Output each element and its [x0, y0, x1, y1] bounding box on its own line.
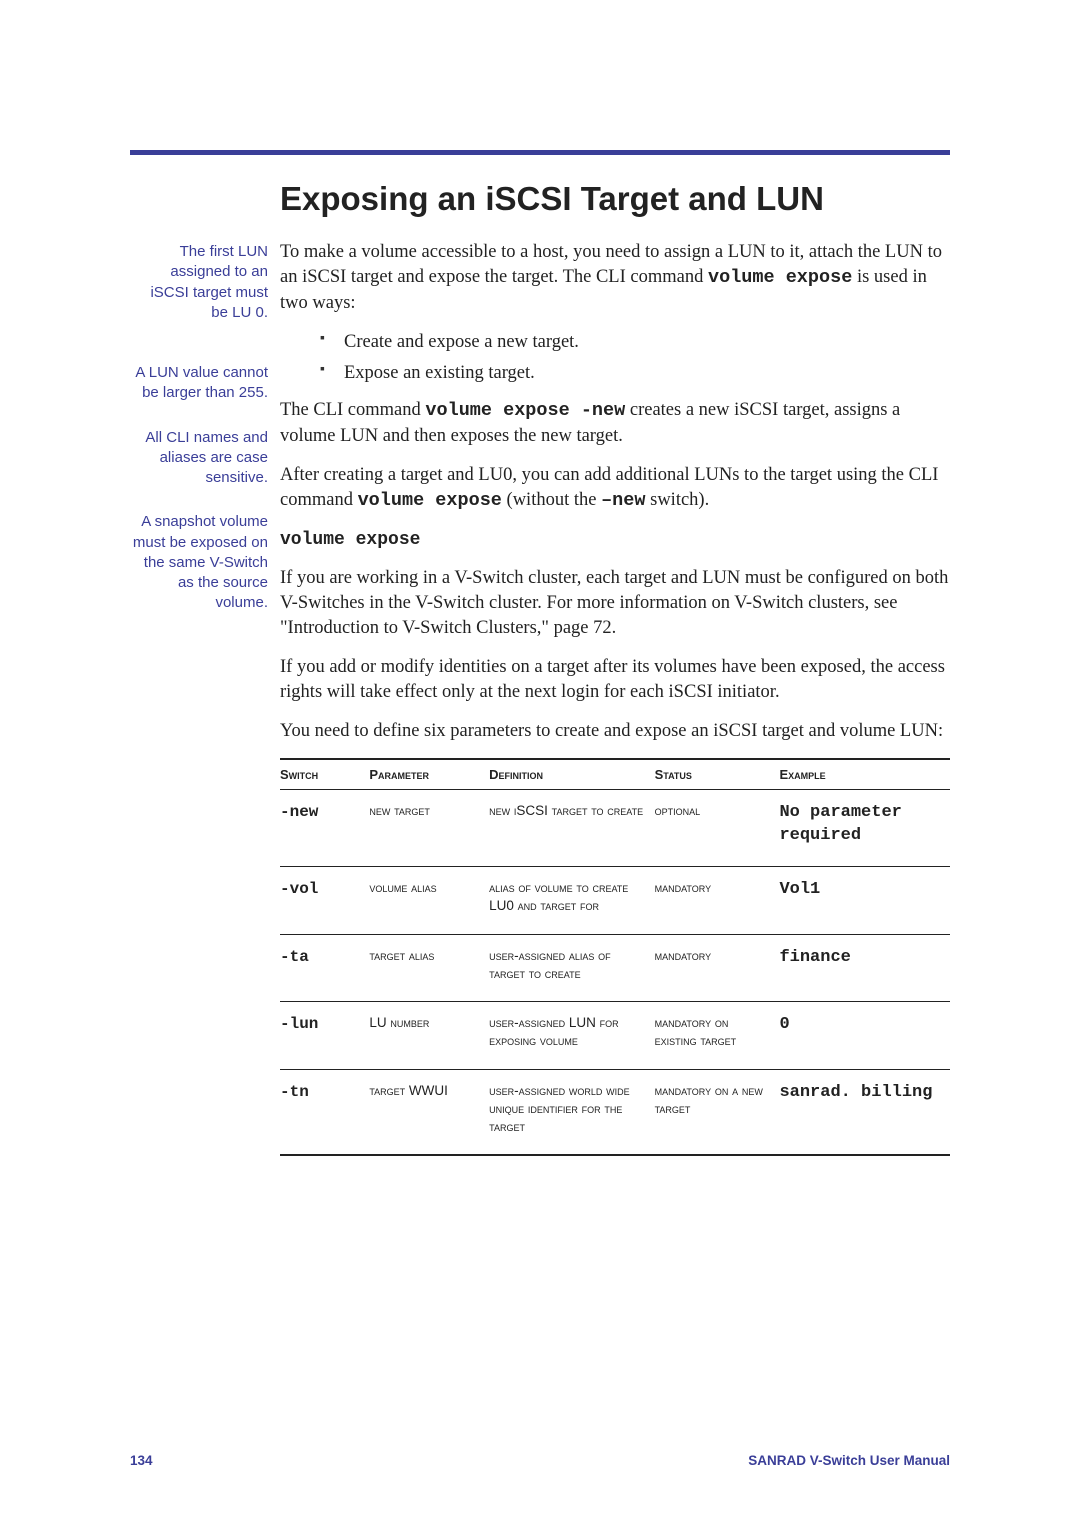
cell-example: Vol1 [779, 867, 950, 934]
body-text: The CLI command [280, 400, 425, 420]
parameter-table: Switch Parameter Definition Status Examp… [280, 758, 950, 1156]
cell-status: optional [655, 790, 780, 867]
table-row: -vol volume alias alias of volume to cre… [280, 867, 950, 934]
side-note: The first LUN assigned to an iSCSI targe… [130, 242, 268, 323]
cell-example: finance [779, 934, 950, 1001]
side-notes-column: The first LUN assigned to an iSCSI targe… [130, 240, 280, 638]
side-note-text: The first LUN assigned to an iSCSI targe… [150, 243, 268, 321]
side-note: A LUN value cannot be larger than 255. [130, 363, 268, 404]
page-footer: 134 SANRAD V-Switch User Manual [130, 1453, 950, 1468]
paragraph: You need to define six parameters to cre… [280, 719, 950, 744]
list-item-text: Expose an existing target. [344, 363, 535, 383]
cell-status: mandatory on a new target [655, 1069, 780, 1155]
col-example: Example [779, 759, 950, 790]
cell-switch: -tn [280, 1069, 369, 1155]
table-row: -ta target alias user-assigned alias of … [280, 934, 950, 1001]
cli-switch: –new [601, 490, 645, 511]
cell-switch: -vol [280, 867, 369, 934]
cell-example: No parameter required [779, 790, 950, 867]
paragraph: If you add or modify identities on a tar… [280, 655, 950, 705]
cell-definition: new iSCSI target to create [489, 790, 654, 867]
command-heading: volume expose [280, 528, 950, 552]
cell-switch: -new [280, 790, 369, 867]
cell-example: 0 [779, 1002, 950, 1069]
cell-parameter: new target [369, 790, 489, 867]
paragraph: If you are working in a V-Switch cluster… [280, 566, 950, 641]
document-page: Exposing an iSCSI Target and LUN The fir… [0, 0, 1080, 1528]
cell-parameter: target alias [369, 934, 489, 1001]
cell-parameter: target WWUI [369, 1069, 489, 1155]
side-note-text: A snapshot volume must be exposed on the… [133, 513, 268, 611]
list-item-text: Create and expose a new target. [344, 332, 579, 352]
paragraph: After creating a target and LU0, you can… [280, 463, 950, 514]
side-note-text: A LUN value cannot be larger than 255. [135, 364, 268, 401]
cell-status: mandatory [655, 934, 780, 1001]
cell-example: sanrad. billing [779, 1069, 950, 1155]
content-row: The first LUN assigned to an iSCSI targe… [130, 240, 950, 1156]
cell-parameter: LU number [369, 1002, 489, 1069]
cell-status: mandatory [655, 867, 780, 934]
cell-switch: -ta [280, 934, 369, 1001]
table-row: -new new target new iSCSI target to crea… [280, 790, 950, 867]
paragraph: To make a volume accessible to a host, y… [280, 240, 950, 316]
table-header-row: Switch Parameter Definition Status Examp… [280, 759, 950, 790]
cell-definition: user-assigned LUN for exposing volume [489, 1002, 654, 1069]
col-parameter: Parameter [369, 759, 489, 790]
table-row: -tn target WWUI user-assigned world wide… [280, 1069, 950, 1155]
section-title: Exposing an iSCSI Target and LUN [280, 180, 950, 218]
bullet-list: Create and expose a new target. Expose a… [280, 330, 950, 386]
body-text: switch). [646, 490, 710, 510]
col-switch: Switch [280, 759, 369, 790]
cell-status: mandatory on existing target [655, 1002, 780, 1069]
col-status: Status [655, 759, 780, 790]
cell-definition: user-assigned world wide unique identifi… [489, 1069, 654, 1155]
page-number: 134 [130, 1453, 153, 1468]
cell-definition: user-assigned alias of target to create [489, 934, 654, 1001]
col-definition: Definition [489, 759, 654, 790]
manual-title: SANRAD V-Switch User Manual [748, 1453, 950, 1468]
cell-switch: -lun [280, 1002, 369, 1069]
list-item: Create and expose a new target. [320, 330, 950, 355]
list-item: Expose an existing target. [320, 361, 950, 386]
cell-definition: alias of volume to create LU0 and target… [489, 867, 654, 934]
cell-parameter: volume alias [369, 867, 489, 934]
side-note-text: All CLI names and aliases are case sensi… [145, 429, 268, 487]
cli-command: volume expose [358, 490, 502, 511]
body-text: (without the [502, 490, 601, 510]
table-row: -lun LU number user-assigned LUN for exp… [280, 1002, 950, 1069]
cli-command: volume expose [708, 267, 852, 288]
top-divider [130, 150, 950, 155]
cli-command: volume expose -new [425, 400, 625, 421]
side-note: All CLI names and aliases are case sensi… [130, 428, 268, 489]
side-note: A snapshot volume must be exposed on the… [130, 512, 268, 613]
main-column: To make a volume accessible to a host, y… [280, 240, 950, 1156]
paragraph: The CLI command volume expose -new creat… [280, 398, 950, 449]
